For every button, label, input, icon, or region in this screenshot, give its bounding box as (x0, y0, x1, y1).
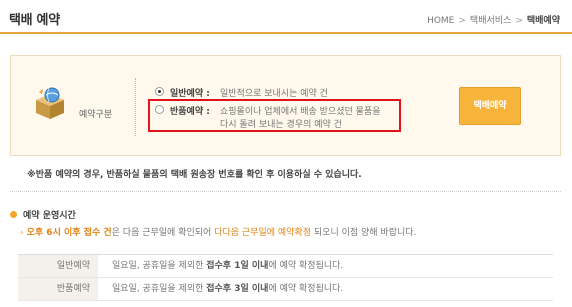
breadcrumb-home[interactable]: HOME (427, 16, 454, 26)
reserve-button[interactable]: 택배예약 (459, 87, 521, 125)
divider (135, 78, 136, 136)
row-emphasis: 접수후 3일 이내 (206, 284, 269, 294)
hours-desc-text: 은 다음 근무일에 확인되어 (111, 228, 212, 238)
radio-general[interactable] (155, 87, 164, 96)
reservation-type-label: 예약구분 (79, 110, 113, 120)
hours-desc-end: 되오니 이점 양해 바랍니다. (313, 228, 417, 238)
row-label: 반품예약 (18, 278, 98, 300)
option-general[interactable]: 일반예약 : 일반적으로 보내시는 예약 건 (155, 86, 395, 100)
row-emphasis: 접수후 1일 이내 (206, 261, 269, 271)
breadcrumb-separator-icon: > (515, 16, 523, 26)
row-text: 일요일, 공휴일을 제외한 (112, 284, 207, 294)
hours-title: 예약 운영시간 (10, 208, 76, 221)
row-text-end: 에 예약 확정됩니다. (268, 261, 344, 271)
row-text: 일요일, 공휴일을 제외한 (112, 261, 207, 271)
hours-table: 일반예약 일요일, 공휴일을 제외한 접수후 1일 이내에 예약 확정됩니다. … (18, 254, 553, 301)
hours-description: › 오후 6시 이후 접수 건은 다음 근무일에 확인되어 다다음 근무일에 예약… (20, 225, 416, 238)
return-note: ※반품 예약의 경우, 반품하실 물품의 택배 원송장 번호를 확인 후 이용하… (27, 170, 362, 180)
page-title: 택배 예약 (9, 13, 60, 28)
breadcrumb-current: 택배예약 (526, 16, 560, 26)
row-text-end: 에 예약 확정됩니다. (268, 284, 344, 294)
row-label: 일반예약 (18, 255, 98, 277)
option-general-desc: 일반적으로 보내시는 예약 건 (220, 89, 328, 99)
table-row: 반품예약 일요일, 공휴일을 제외한 접수후 3일 이내에 예약 확정됩니다. (18, 278, 553, 301)
arrow-icon: › (20, 228, 24, 238)
return-option-highlight (148, 99, 401, 132)
bullet-icon (10, 211, 17, 218)
section-divider (10, 191, 561, 192)
package-globe-icon (36, 87, 64, 119)
hours-desc-confirm: 다다음 근무일에 예약확정 (214, 228, 312, 238)
breadcrumb-service[interactable]: 택배서비스 (470, 16, 511, 26)
hours-title-text: 예약 운영시간 (23, 211, 76, 221)
page-header: 택배 예약 HOME > 택배서비스 > 택배예약 (0, 0, 572, 34)
table-row: 일반예약 일요일, 공휴일을 제외한 접수후 1일 이내에 예약 확정됩니다. (18, 255, 553, 278)
row-value: 일요일, 공휴일을 제외한 접수후 3일 이내에 예약 확정됩니다. (112, 278, 343, 300)
breadcrumb-separator-icon: > (458, 16, 466, 26)
row-value: 일요일, 공휴일을 제외한 접수후 1일 이내에 예약 확정됩니다. (112, 255, 343, 277)
breadcrumb: HOME > 택배서비스 > 택배예약 (427, 13, 560, 26)
hours-desc-emphasis: 오후 6시 이후 접수 건 (26, 228, 112, 238)
option-general-title: 일반예약 : (170, 89, 210, 99)
reservation-type-box: 예약구분 일반예약 : 일반적으로 보내시는 예약 건 반품예약 : 쇼핑몰이나… (10, 55, 561, 156)
